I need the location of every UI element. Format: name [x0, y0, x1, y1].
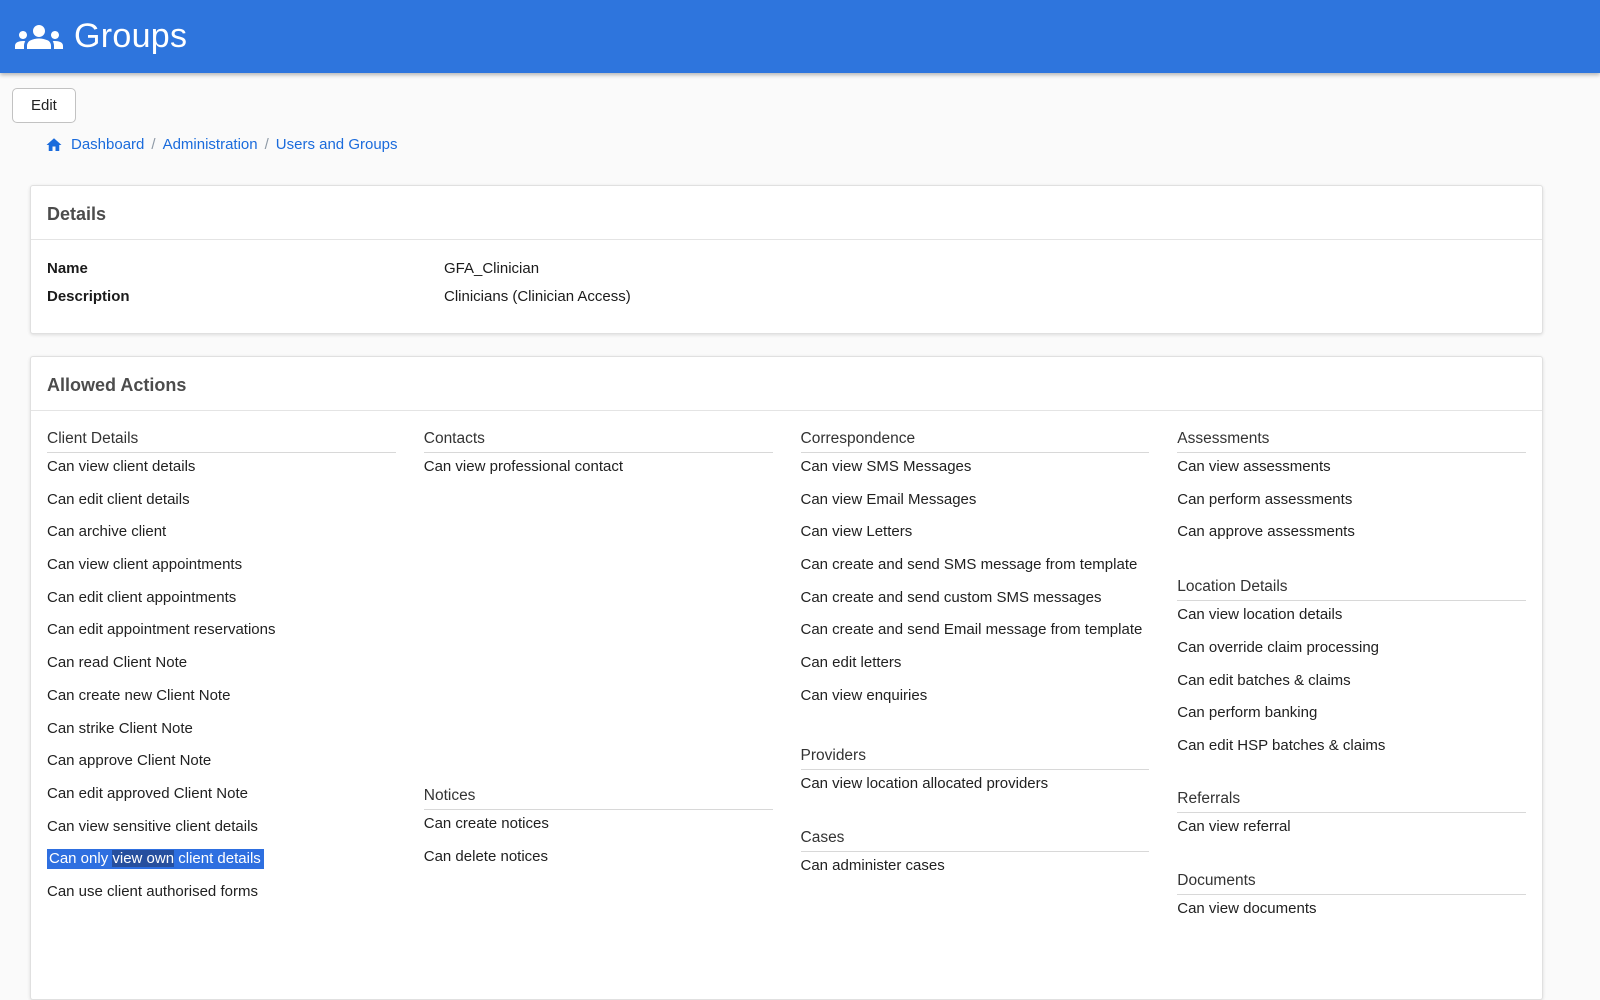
- action-item: Can create and send custom SMS messages: [800, 588, 1102, 606]
- actions-column-3: Correspondence Can view SMS Messages Can …: [800, 429, 1150, 919]
- action-item: Can approve assessments: [1177, 523, 1355, 541]
- action-item: Can edit client appointments: [47, 588, 237, 606]
- action-item: Can archive client: [47, 523, 167, 541]
- action-item: Can delete notices: [423, 847, 548, 865]
- actions-column-4: Assessments Can view assessments Can perf…: [1177, 429, 1526, 919]
- action-item: Can view Email Messages: [800, 490, 977, 508]
- details-card-title: Details: [31, 186, 1542, 240]
- section-title: Location Details: [1177, 577, 1526, 602]
- section-documents: Documents Can view documents: [1177, 871, 1526, 919]
- action-item: Can edit appointment reservations: [47, 621, 276, 639]
- field-label: Description: [47, 288, 130, 305]
- section-title: Referrals: [1177, 789, 1526, 814]
- allowed-actions-grid: Client Details Can view client details Ca…: [31, 411, 1542, 999]
- section-title: Contacts: [423, 429, 773, 453]
- action-item: Can view assessments: [1177, 458, 1331, 475]
- breadcrumb-link-dashboard[interactable]: Dashboard: [71, 135, 144, 155]
- action-item: Can view referral: [1177, 818, 1291, 836]
- action-item: Can strike Client Note: [47, 719, 193, 737]
- action-item: Can edit HSP batches & claims: [1177, 737, 1386, 755]
- page-title: Groups: [74, 17, 188, 55]
- section-title: Notices: [423, 786, 773, 810]
- action-item: Can edit batches & claims: [1177, 671, 1351, 689]
- edit-button[interactable]: Edit: [12, 88, 76, 123]
- action-item: Can view client appointments: [47, 556, 243, 574]
- section-providers: Providers Can view location allocated pr…: [800, 746, 1150, 794]
- action-item: Can use client authorised forms: [47, 882, 258, 900]
- section-title: Assessments: [1177, 429, 1526, 453]
- field-label: Name: [47, 260, 88, 277]
- breadcrumb-link-users-and-groups[interactable]: Users and Groups: [276, 135, 398, 155]
- section-title: Documents: [1177, 871, 1526, 896]
- field-row-name: Name GFA_Clinician: [47, 259, 1526, 279]
- action-item: Can create and send Email message from t…: [800, 621, 1143, 639]
- action-item: Can administer cases: [800, 856, 945, 874]
- section-referrals: Referrals Can view referral: [1177, 789, 1526, 837]
- page-header: Groups: [0, 0, 1600, 73]
- action-item: Can create and send SMS message from tem…: [800, 556, 1138, 574]
- action-item: Can perform banking: [1177, 704, 1318, 722]
- field-value: GFA_Clinician: [444, 260, 540, 277]
- home-icon[interactable]: [45, 136, 63, 154]
- allowed-actions-card: Allowed Actions Client Details Can view …: [30, 356, 1543, 1000]
- action-item: Can view enquiries: [800, 686, 928, 704]
- action-item: Can edit letters: [800, 654, 902, 672]
- action-item: Can view sensitive client details: [47, 817, 258, 835]
- breadcrumb: Dashboard / Administration / Users and G…: [45, 135, 1600, 155]
- section-correspondence: Correspondence Can view SMS Messages Can …: [800, 429, 1150, 706]
- field-value: Clinicians (Clinician Access): [444, 288, 631, 305]
- section-notices: Notices Can create notices Can delete not…: [423, 786, 773, 867]
- action-item: Can edit client details: [47, 490, 190, 508]
- action-item: Can view client details: [47, 458, 196, 475]
- action-item: Can only view own client details: [47, 849, 396, 870]
- action-item: Can view location details: [1177, 606, 1343, 624]
- section-title: Correspondence: [800, 429, 1150, 453]
- selected-text: Can only view own client details: [47, 849, 264, 870]
- action-item: Can view documents: [1177, 900, 1317, 918]
- breadcrumb-separator: /: [151, 136, 156, 153]
- section-cases: Cases Can administer cases: [800, 828, 1150, 876]
- section-assessments: Assessments Can view assessments Can perf…: [1177, 429, 1526, 542]
- action-item: Can view Letters: [800, 523, 913, 541]
- section-title: Providers: [800, 746, 1150, 770]
- section-location-details: Location Details Can view location detai…: [1177, 577, 1526, 756]
- actions-column-2: Contacts Can view professional contact N…: [423, 429, 773, 919]
- breadcrumb-separator: /: [264, 136, 269, 153]
- actions-column-1: Client Details Can view client details Ca…: [47, 429, 396, 919]
- action-item: Can view SMS Messages: [800, 458, 972, 475]
- field-row-description: Description Clinicians (Clinician Access…: [47, 287, 1526, 307]
- action-item: Can edit approved Client Note: [47, 784, 248, 802]
- section-client-details: Client Details Can view client details Ca…: [47, 429, 396, 902]
- action-item: Can view location allocated providers: [800, 774, 1049, 792]
- allowed-actions-card-title: Allowed Actions: [31, 357, 1542, 411]
- details-card: Details Name GFA_Clinician Description C…: [30, 185, 1543, 334]
- action-item: Can override claim processing: [1177, 639, 1380, 657]
- selected-text-dark: view own: [112, 850, 175, 868]
- details-fields: Name GFA_Clinician Description Clinician…: [31, 240, 1542, 333]
- section-title: Cases: [800, 828, 1150, 852]
- section-contacts: Contacts Can view professional contact: [423, 429, 773, 477]
- action-item: Can approve Client Note: [47, 752, 212, 770]
- action-item: Can create new Client Note: [47, 686, 231, 704]
- action-item: Can create notices: [423, 815, 549, 832]
- breadcrumb-link-administration[interactable]: Administration: [163, 135, 258, 155]
- groups-icon: [14, 12, 64, 62]
- section-title: Client Details: [47, 429, 396, 453]
- action-item: Can view professional contact: [423, 458, 624, 475]
- action-item: Can perform assessments: [1177, 490, 1353, 508]
- action-item: Can read Client Note: [47, 654, 188, 672]
